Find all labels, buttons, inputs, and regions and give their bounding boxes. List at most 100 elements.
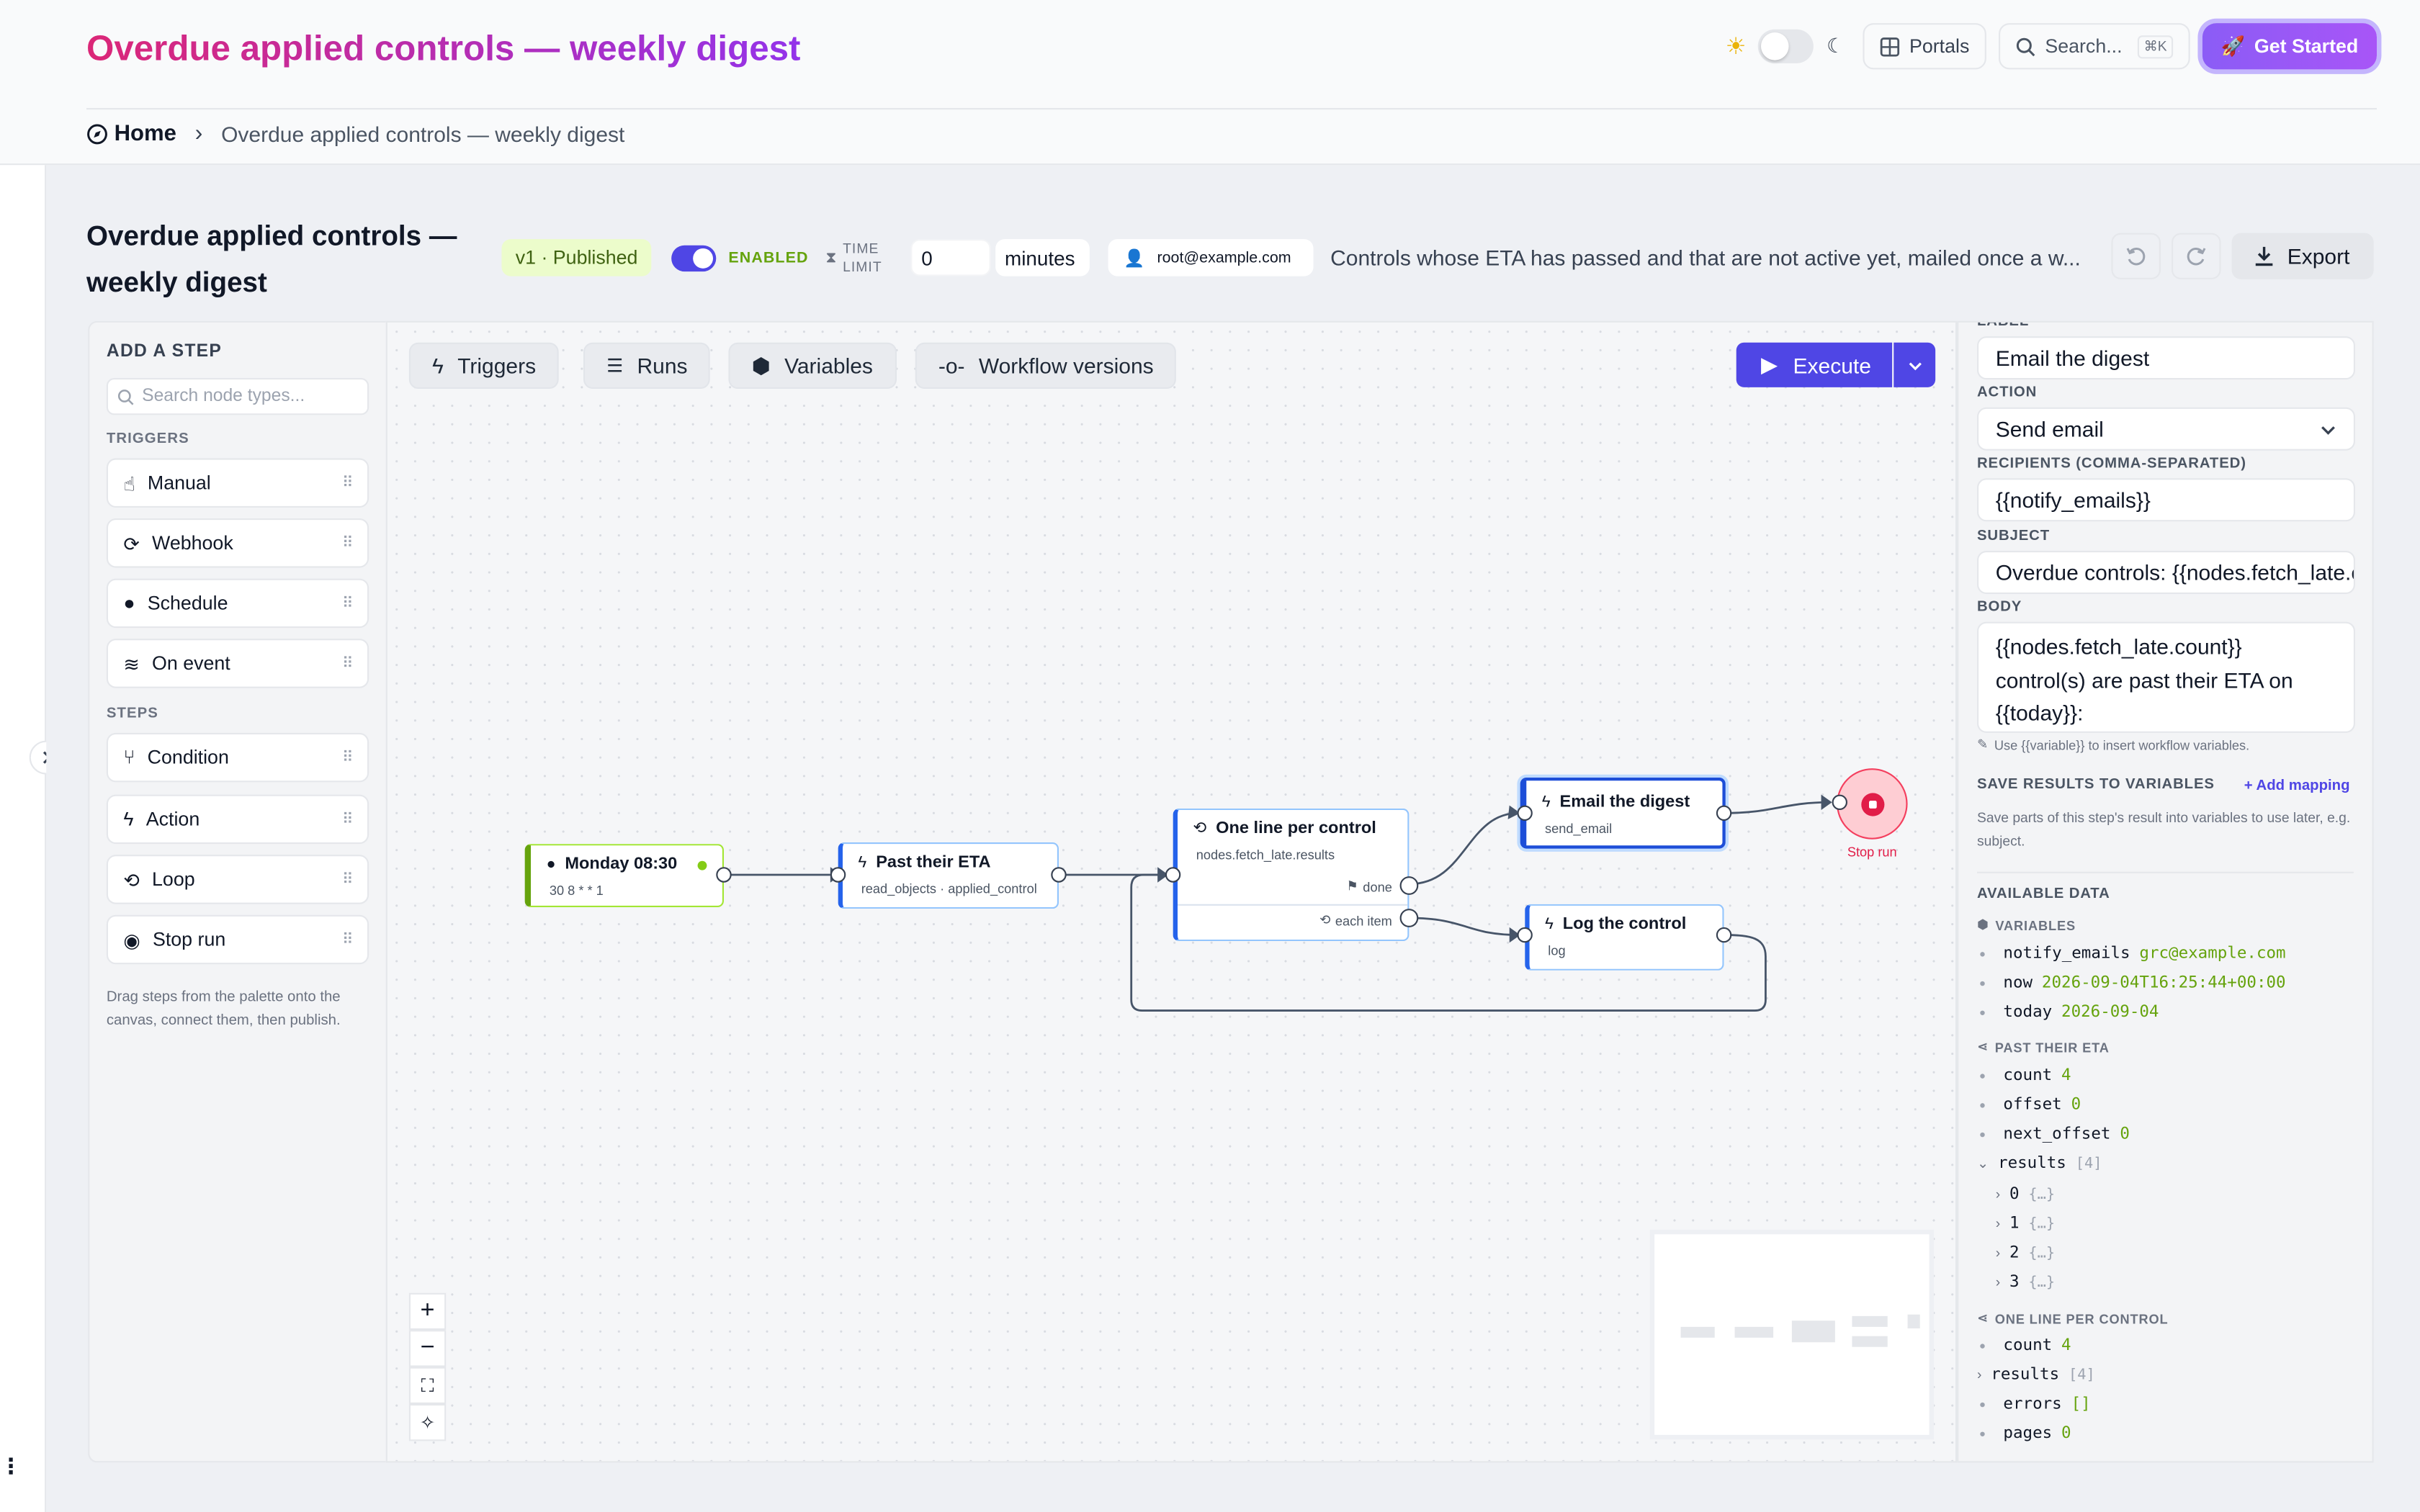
body-hint: Use {{variable}} to insert workflow vari… [1994,737,2250,752]
port-log-out[interactable] [1716,927,1732,943]
loop-each-label: each item [1335,912,1392,928]
data-row[interactable]: next_offset 0 [1980,1123,2130,1145]
data-value: 0 [2071,1095,2081,1115]
port-log-in[interactable] [1517,927,1533,943]
auto-layout-button[interactable]: ✧ [408,1403,447,1441]
clock-icon: ● [546,855,556,873]
node-title: Past their ETA [876,853,991,872]
node-log-control[interactable]: ϟ Log the control log [1525,904,1724,971]
node-loop[interactable]: ⟲ One line per control nodes.fetch_late.r… [1173,808,1410,942]
data-key: 3 [2009,1272,2020,1292]
data-row[interactable]: today 2026-09-04 [1980,1002,2159,1023]
edge-done-email [1409,811,1519,886]
data-key: results [1998,1153,2066,1173]
body-line: {{nodes.fetch_late.count}} [1995,634,2242,659]
label-heading: LABEL [1977,320,2030,330]
data-row[interactable]: count 4 [1980,1065,2071,1086]
chevron-right-icon: › [1995,1274,2001,1290]
loop-section-heading: ONE LINE PER CONTROL [1994,1310,2169,1326]
bolt-icon: ϟ [1541,793,1551,812]
port-loop-in[interactable] [1165,867,1181,883]
zoom-out-button[interactable]: − [408,1330,447,1367]
data-value: 4 [2061,1336,2071,1355]
data-row-expandable[interactable]: ⌄ results [4] [1977,1153,2102,1174]
data-value: 2026-09-04 [2061,1002,2159,1022]
node-title: Log the control [1562,914,1687,934]
port-fetch-in[interactable] [830,867,846,883]
port-loop-done[interactable] [1399,876,1419,895]
data-row[interactable]: now 2026-09-04T16:25:44+00:00 [1980,972,2286,994]
stop-run-label: Stop run [1847,844,1897,860]
data-count: {…} [2028,1215,2056,1233]
data-row-expandable[interactable]: › 0 {…} [1996,1184,2056,1205]
edge-email-stop [1724,801,1831,814]
data-row-expandable[interactable]: › results [4] [1977,1364,2095,1385]
repeat-icon: ⟲ [1319,912,1331,927]
node-schedule-trigger[interactable]: ● Monday 08:30 30 8 * * 1 [524,844,724,907]
past-eta-section-heading: PAST THEIR ETA [1994,1039,2110,1055]
action-select[interactable]: Send email [1977,407,2355,451]
bolt-icon: ϟ [1545,914,1554,934]
data-key: next_offset [2003,1125,2111,1143]
data-key: count [2003,1336,2053,1355]
node-title: Email the digest [1559,793,1690,812]
chevron-right-icon: › [1995,1186,2001,1202]
body-heading: BODY [1977,598,2022,616]
data-row[interactable]: errors [] [1980,1393,2091,1415]
chevron-down-icon [2321,426,2335,434]
data-key: pages [2003,1423,2053,1443]
port-email-out[interactable] [1716,805,1732,821]
port-schedule-out[interactable] [716,867,732,883]
save-results-heading: SAVE RESULTS TO VARIABLES [1977,775,2215,793]
data-count: [4] [2068,1366,2095,1384]
data-key: 2 [2009,1243,2020,1262]
node-status-dot [697,860,707,870]
port-email-in[interactable] [1517,805,1533,821]
data-row-expandable[interactable]: › 3 {…} [1996,1272,2056,1293]
node-past-their-eta[interactable]: ϟ Past their ETA read_objects · applied_c… [838,842,1059,909]
chevron-right-icon: › [1977,1367,1982,1382]
body-line: control(s) are past their ETA on [1995,667,2293,693]
data-row[interactable]: pages 0 [1980,1423,2071,1444]
node-email-digest[interactable]: ϟ Email the digest send_email [1520,778,1726,849]
minimap[interactable] [1654,1234,1930,1435]
data-value: grc@example.com [2139,944,2286,963]
loop-done-label: done [1363,878,1392,894]
data-key: results [1991,1365,2060,1385]
data-key: now [2003,973,2033,992]
data-count: {…} [2028,1273,2056,1291]
fit-view-button[interactable]: ⛶ [408,1367,447,1404]
data-value: 4 [2061,1066,2071,1085]
node-inspector: LABEL Email the digest ACTION Send email… [1957,320,2374,1463]
label-input[interactable]: Email the digest [1977,336,2355,380]
subject-heading: SUBJECT [1977,527,2051,545]
chevron-right-icon: › [1995,1245,2001,1261]
node-title: One line per control [1216,819,1376,838]
cube-icon: ⬢ [1977,916,1989,932]
more-options-icon[interactable]: ⋮ [0,1454,22,1480]
data-key: errors [2003,1395,2062,1413]
action-select-value: Send email [1995,416,2104,441]
body-textarea[interactable]: {{nodes.fetch_late.count}} control(s) ar… [1977,621,2355,733]
body-line: {{today}}: [1995,700,2084,726]
node-subtitle: nodes.fetch_late.results [1196,847,1335,863]
data-row[interactable]: count 4 [1980,1335,2071,1356]
data-row-expandable[interactable]: › 1 {…} [1996,1212,2056,1234]
port-stop-in[interactable] [1832,794,1847,810]
data-row[interactable]: notify_emails grc@example.com [1980,942,2286,964]
subject-input[interactable]: Overdue controls: {{nodes.fetch_late.cou… [1977,551,2355,594]
data-value: 0 [2061,1423,2071,1443]
data-row-expandable[interactable]: › 2 {…} [1996,1242,2056,1264]
port-fetch-out[interactable] [1051,867,1067,883]
recipients-input[interactable]: {{notify_emails}} [1977,478,2355,522]
bolt-icon: ϟ [858,853,867,872]
flag-icon: ⚑ [1346,878,1358,894]
add-mapping-button[interactable]: + Add mapping [2244,778,2350,795]
data-row[interactable]: offset 0 [1980,1094,2081,1115]
data-count: [4] [2075,1154,2102,1172]
zoom-in-button[interactable]: + [408,1292,447,1331]
port-loop-each[interactable] [1399,909,1419,927]
node-subtitle: log [1548,942,1566,958]
repeat-icon: ⟲ [1193,819,1207,838]
share-icon: ⋖ [1977,1310,1989,1326]
